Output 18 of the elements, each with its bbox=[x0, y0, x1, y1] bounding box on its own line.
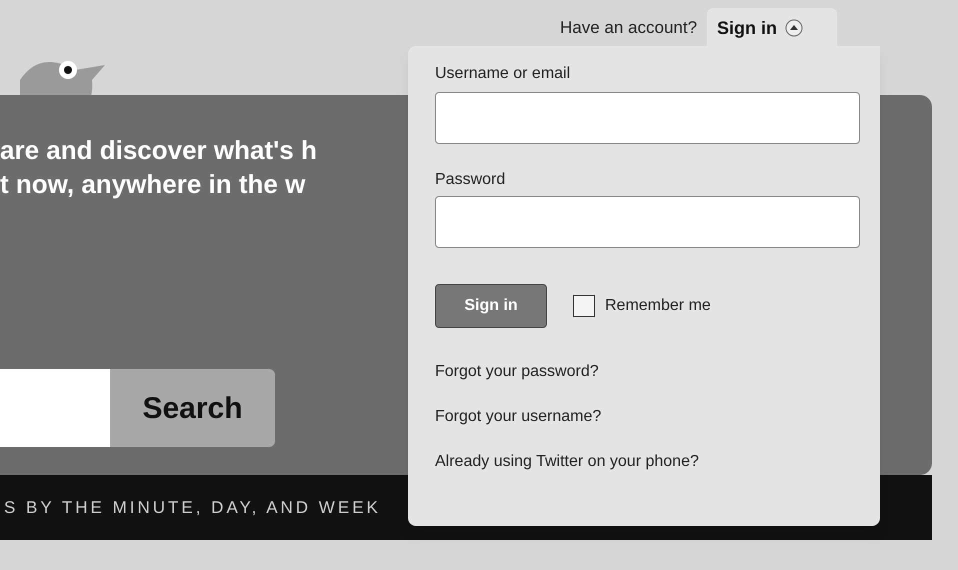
field-label: Password bbox=[435, 170, 506, 190]
sign-in-button[interactable]: Sign in bbox=[435, 284, 547, 328]
help-link[interactable]: Already using Twitter on your phone? bbox=[435, 450, 699, 474]
username-field[interactable] bbox=[435, 92, 860, 144]
password-field[interactable] bbox=[435, 196, 860, 248]
checkbox-label: Remember me bbox=[605, 296, 711, 316]
caret-icon bbox=[785, 19, 804, 37]
search-field[interactable] bbox=[0, 369, 110, 447]
remember-checkbox[interactable] bbox=[573, 295, 595, 317]
ticker-text: S BY THE MINUTE, DAY, AND WEEK bbox=[4, 498, 381, 517]
account-prompt: Have an account? bbox=[560, 17, 698, 40]
search-button[interactable]: Search bbox=[110, 369, 275, 447]
headline-text: t now, anywhere in the w bbox=[0, 168, 306, 201]
help-link[interactable]: Forgot your password? bbox=[435, 360, 599, 384]
field-label: Username or email bbox=[435, 64, 572, 84]
sign-in-toggle[interactable]: Sign in bbox=[707, 8, 838, 48]
help-link[interactable]: Forgot your username? bbox=[435, 405, 602, 429]
headline-text: are and discover what's h bbox=[0, 134, 317, 167]
